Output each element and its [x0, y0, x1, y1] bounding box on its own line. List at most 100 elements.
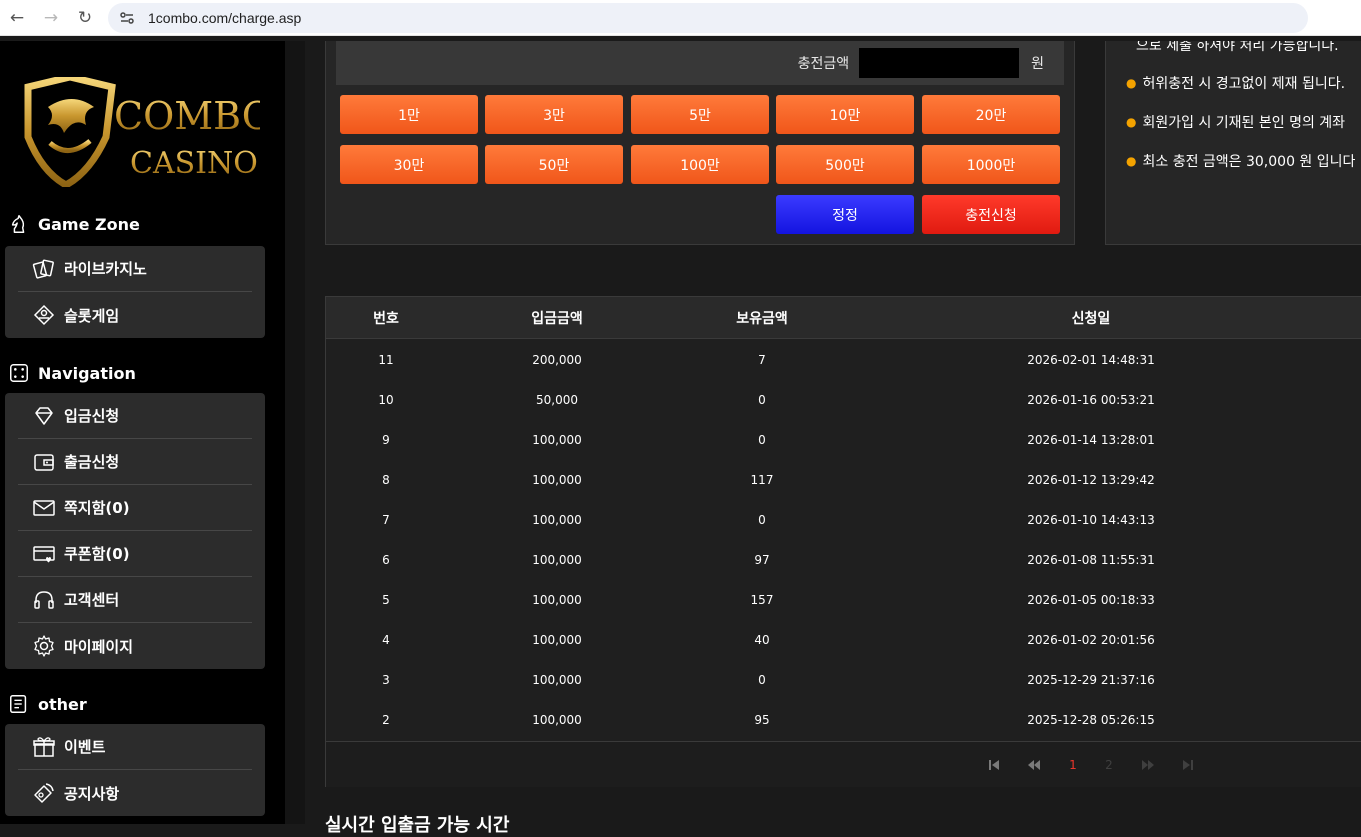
table-row: 5 100,000 157 2026-01-05 00:18:33 — [326, 580, 1361, 620]
list-icon — [10, 695, 27, 713]
gear-icon — [34, 635, 54, 657]
reset-button[interactable]: 정정 — [776, 195, 914, 234]
amount-unit: 원 — [1031, 56, 1044, 72]
sidebar-item-label: 공지사항 — [64, 784, 120, 803]
amount-button-50[interactable]: 50만 — [485, 145, 623, 184]
sidebar-item-support[interactable]: 고객센터 — [18, 577, 252, 623]
sidebar-item-coupons[interactable]: 쿠폰함(0) — [18, 531, 252, 577]
cell-balance: 97 — [754, 553, 770, 567]
first-page-icon[interactable] — [984, 756, 1004, 774]
sidebar-item-label: 입금신청 — [64, 407, 120, 425]
notice-text: 최소 충전 금액은 30,000 원 입니다 — [1142, 154, 1356, 170]
section-other: other — [8, 693, 87, 715]
amount-button-5[interactable]: 5만 — [631, 95, 769, 134]
cell-balance: 0 — [758, 673, 766, 687]
sidebar-item-label: 라이브카지노 — [64, 260, 147, 278]
cell-number: 9 — [382, 433, 390, 447]
sidebar-item-messages[interactable]: 쪽지함(0) — [18, 485, 252, 531]
cell-deposit: 100,000 — [532, 433, 582, 447]
bullet-icon: ● — [1126, 115, 1137, 129]
combo-casino-logo[interactable]: COMBO CASINO — [20, 73, 273, 189]
cell-date: 2026-01-10 14:43:13 — [1027, 513, 1155, 527]
other-menu: 이벤트 공지사항 — [5, 724, 265, 816]
cell-number: 8 — [382, 473, 390, 487]
cell-date: 2026-01-02 20:01:56 — [1027, 633, 1155, 647]
amount-button-3[interactable]: 3만 — [485, 95, 623, 134]
cell-number: 2 — [382, 713, 390, 727]
amount-button-1000[interactable]: 1000만 — [922, 145, 1060, 184]
site-settings-icon[interactable] — [118, 9, 136, 27]
prev-page-icon[interactable] — [1024, 756, 1044, 774]
table-row: 8 100,000 117 2026-01-12 13:29:42 — [326, 460, 1361, 500]
cell-balance: 95 — [754, 713, 770, 727]
amount-button-500[interactable]: 500만 — [776, 145, 914, 184]
section-title-text: Navigation — [38, 363, 136, 383]
column-header-number: 번호 — [373, 311, 399, 327]
page-2[interactable]: 2 — [1099, 756, 1119, 774]
cell-balance: 0 — [758, 433, 766, 447]
game-zone-menu: 라이브카지노 슬롯게임 — [5, 246, 265, 338]
notice-panel: 으로 제출 하셔야 처리 가능합니다. ● 허위충전 시 경고없이 제재 됩니다… — [1105, 41, 1361, 245]
notice-text: 회원가입 시 기재된 본인 명의 계좌 — [1142, 115, 1346, 131]
cell-date: 2026-01-14 13:28:01 — [1027, 433, 1155, 447]
cell-number: 6 — [382, 553, 390, 567]
next-page-icon[interactable] — [1138, 756, 1158, 774]
reload-icon[interactable]: ↻ — [68, 1, 102, 35]
sidebar-item-withdraw[interactable]: 출금신청 — [18, 439, 252, 485]
cell-balance: 157 — [750, 593, 774, 607]
cards-icon — [32, 259, 54, 279]
cell-date: 2026-01-08 11:55:31 — [1027, 553, 1155, 567]
cell-number: 5 — [382, 593, 390, 607]
bullet-icon: ● — [1126, 76, 1137, 90]
cell-number: 11 — [378, 353, 394, 367]
sidebar-item-label: 출금신청 — [64, 453, 120, 471]
amount-button-20[interactable]: 20만 — [922, 95, 1060, 134]
amount-button-30[interactable]: 30만 — [340, 145, 478, 184]
wallet-icon — [34, 453, 54, 471]
sidebar-item-slot-game[interactable]: 슬롯게임 — [18, 292, 252, 338]
charge-apply-button[interactable]: 충전신청 — [922, 195, 1060, 234]
cell-number: 4 — [382, 633, 390, 647]
cell-date: 2025-12-28 05:26:15 — [1027, 713, 1155, 727]
sidebar-item-deposit[interactable]: 입금신청 — [18, 393, 252, 439]
notice-item: ● 회원가입 시 기재된 본인 명의 계좌 — [1126, 112, 1345, 132]
cell-balance: 0 — [758, 393, 766, 407]
sidebar: COMBO CASINO Game Zone 라이브카지노 슬롯게임 Navig… — [0, 41, 285, 824]
table-row: 6 100,000 97 2026-01-08 11:55:31 — [326, 540, 1361, 580]
cell-number: 3 — [382, 673, 390, 687]
url-text[interactable]: 1combo.com/charge.asp — [148, 10, 301, 26]
cell-deposit: 100,000 — [532, 513, 582, 527]
forward-arrow-icon[interactable]: → — [34, 1, 68, 35]
notice-item: ● 허위충전 시 경고없이 제재 됩니다. — [1126, 73, 1345, 93]
page-1[interactable]: 1 — [1063, 756, 1083, 774]
cell-deposit: 100,000 — [532, 473, 582, 487]
notice-text: 으로 제출 하셔야 처리 가능합니다. — [1136, 41, 1339, 54]
cell-balance: 40 — [754, 633, 770, 647]
cell-balance: 117 — [750, 473, 774, 487]
gift-icon — [33, 736, 55, 757]
amount-button-100[interactable]: 100만 — [631, 145, 769, 184]
pagination: 1 2 — [326, 741, 1361, 787]
cell-number: 10 — [378, 393, 394, 407]
sidebar-item-notices[interactable]: 공지사항 — [18, 770, 252, 816]
sidebar-item-label: 슬롯게임 — [64, 306, 120, 325]
table-row: 4 100,000 40 2026-01-02 20:01:56 — [326, 620, 1361, 660]
amount-input[interactable] — [859, 48, 1020, 78]
address-bar[interactable]: 1combo.com/charge.asp — [108, 2, 1308, 33]
back-arrow-icon[interactable]: ← — [0, 1, 34, 35]
amount-button-1[interactable]: 1만 — [340, 95, 478, 134]
cell-balance: 7 — [758, 353, 766, 367]
cell-deposit: 100,000 — [532, 553, 582, 567]
sidebar-item-mypage[interactable]: 마이페이지 — [18, 623, 252, 669]
cell-number: 7 — [382, 513, 390, 527]
notice-partial-line: 으로 제출 하셔야 처리 가능합니다. — [1136, 41, 1339, 55]
cell-date: 2025-12-29 21:37:16 — [1027, 673, 1155, 687]
sidebar-item-label: 쿠폰함(0) — [64, 545, 130, 563]
section-title-text: other — [38, 694, 87, 714]
cell-deposit: 100,000 — [532, 713, 582, 727]
amount-button-10[interactable]: 10만 — [776, 95, 914, 134]
last-page-icon[interactable] — [1178, 756, 1198, 774]
sidebar-item-live-casino[interactable]: 라이브카지노 — [18, 246, 252, 292]
sidebar-item-events[interactable]: 이벤트 — [18, 724, 252, 770]
diamond-icon — [35, 406, 53, 425]
